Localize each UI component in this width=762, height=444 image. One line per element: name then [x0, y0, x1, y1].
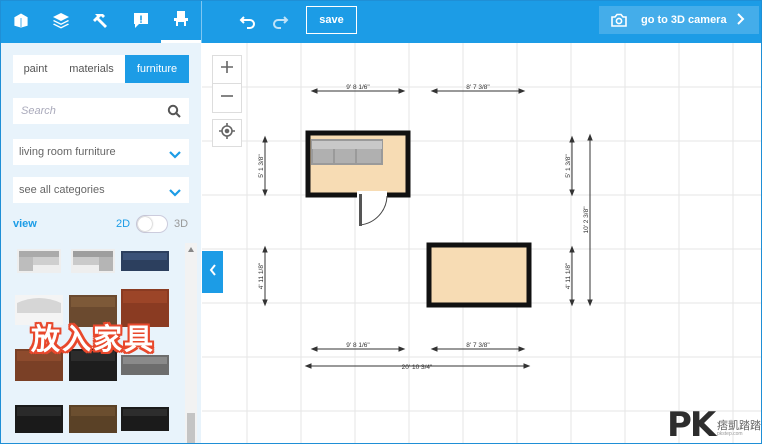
furniture-item[interactable]: [121, 243, 169, 279]
floor-plan: 9' 8 1/6" 8' 7 3/8" 5' 1 3/8" 4' 11 1/8"…: [202, 43, 761, 443]
layers-icon: [52, 11, 70, 34]
view-toggle[interactable]: [136, 215, 168, 233]
dimension-labels: 9' 8 1/6" 8' 7 3/8" 5' 1 3/8" 4' 11 1/8"…: [258, 84, 590, 371]
room-upper-left: [305, 130, 411, 226]
sidebar: paint materials furniture Search living …: [1, 43, 201, 443]
tab-notes[interactable]: [121, 1, 161, 43]
tool-tabs: [1, 1, 201, 43]
floor-plan-canvas[interactable]: 9' 8 1/6" 8' 7 3/8" 5' 1 3/8" 4' 11 1/8"…: [202, 43, 761, 443]
dim-right-bottom: 4' 11 1/8": [565, 262, 572, 289]
collapse-sidebar-button[interactable]: [202, 251, 223, 293]
undo-icon: [239, 16, 257, 34]
recenter-button[interactable]: [212, 119, 242, 147]
furniture-item[interactable]: [69, 401, 117, 437]
redo-button[interactable]: [271, 12, 289, 30]
chevron-left-icon: [209, 263, 217, 281]
crosshair-icon: [219, 122, 235, 144]
furniture-item[interactable]: [69, 243, 117, 279]
door-swing: [359, 195, 388, 226]
minus-icon: [220, 89, 234, 108]
view-row: view 2D 3D: [13, 215, 189, 235]
dim-bottom-right: 8' 7 3/8": [466, 342, 490, 349]
scrollbar-thumb[interactable]: [187, 413, 195, 443]
redo-icon: [271, 16, 289, 34]
undo-button[interactable]: [239, 12, 257, 30]
watermark-logo: PK 痞凱踏踏 pkstep.com: [667, 405, 761, 444]
toolbar-divider: [201, 1, 202, 43]
subcategory-select-value: see all categories: [19, 184, 105, 196]
watermark-pk: PK: [667, 405, 716, 444]
search-input[interactable]: Search: [13, 98, 189, 124]
zoom-in-button[interactable]: [213, 56, 241, 84]
category-select[interactable]: living room furniture: [13, 139, 189, 165]
hammer-icon: [92, 11, 110, 34]
plus-icon: [220, 60, 234, 79]
search-placeholder: Search: [21, 105, 56, 117]
toggle-knob: [138, 217, 152, 231]
sidebar-scrollbar[interactable]: [185, 243, 197, 443]
zoom-controls: [212, 55, 242, 113]
dim-bottom-left: 9' 8 1/6": [346, 342, 370, 349]
search-icon[interactable]: [167, 104, 181, 118]
tab-layers[interactable]: [41, 1, 81, 43]
chevron-down-icon: [169, 185, 181, 197]
rooms-icon: [12, 11, 30, 34]
camera-icon: [611, 13, 627, 27]
subtab-materials[interactable]: materials: [58, 55, 125, 83]
camera-button-label: go to 3D camera: [641, 14, 727, 26]
sidebar-subtabs: paint materials furniture: [13, 55, 189, 83]
chevron-down-icon: [169, 147, 181, 159]
dim-right-total: 10' 2 3/8": [583, 206, 590, 234]
dim-top-right: 8' 7 3/8": [466, 84, 490, 91]
dim-right-top: 5' 1 3/8": [565, 154, 572, 178]
furniture-item[interactable]: [15, 243, 63, 279]
overlay-caption: 放入家具: [31, 322, 156, 356]
tab-rooms[interactable]: [1, 1, 41, 43]
tab-furniture[interactable]: [161, 1, 201, 43]
top-toolbar: save go to 3D camera: [1, 1, 761, 43]
chevron-right-icon: [735, 12, 745, 28]
view-label: view: [13, 218, 37, 230]
subtab-paint[interactable]: paint: [13, 55, 58, 83]
furniture-item[interactable]: [121, 401, 169, 437]
subtab-furniture[interactable]: furniture: [125, 55, 189, 83]
comment-icon: [132, 11, 150, 34]
dim-left-top: 5' 1 3/8": [258, 154, 265, 178]
chair-icon: [172, 9, 190, 32]
dim-bottom-total: 20' 10 3/4": [402, 364, 433, 371]
watermark-line2: pkstep.com: [717, 431, 743, 437]
dim-left-bottom: 4' 11 1/8": [258, 262, 265, 289]
subcategory-select[interactable]: see all categories: [13, 177, 189, 203]
go-to-3d-camera-button[interactable]: go to 3D camera: [599, 6, 759, 34]
tab-build[interactable]: [81, 1, 121, 43]
dim-top-left: 9' 8 1/6": [346, 84, 370, 91]
save-button[interactable]: save: [306, 6, 357, 34]
category-select-value: living room furniture: [19, 146, 116, 158]
zoom-out-button[interactable]: [213, 84, 241, 112]
room-lower-right: [426, 242, 532, 308]
furniture-item[interactable]: [15, 401, 63, 437]
scroll-up-arrow-icon[interactable]: [188, 247, 194, 252]
app-window: save go to 3D camera paint materials fur…: [0, 0, 762, 444]
view-3d-label[interactable]: 3D: [174, 218, 188, 230]
view-2d-label[interactable]: 2D: [116, 218, 130, 230]
